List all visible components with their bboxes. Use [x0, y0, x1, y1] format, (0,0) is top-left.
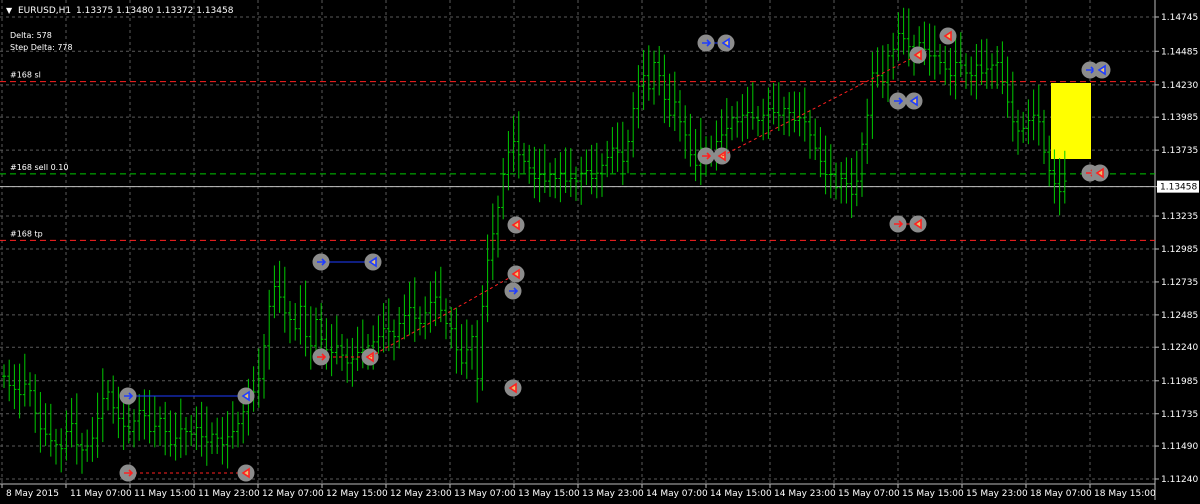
- price-axis: 1.14745 1.14485 1.14230 1.13985 1.13735 1.132…: [1155, 13, 1199, 485]
- x-tick-label: 13 May 23:00: [582, 489, 644, 499]
- x-tick-label: 15 May 15:00: [902, 489, 964, 499]
- x-tick-label: 13 May 15:00: [518, 489, 580, 499]
- menu-icon[interactable]: ▼: [6, 6, 13, 15]
- level-label: #168 tp: [10, 229, 43, 238]
- time-axis: 8 May 2015 11 May 07:00 11 May 15:00 11 May…: [1, 484, 1156, 499]
- x-tick-label: 14 May 07:00: [646, 489, 708, 499]
- x-tick-label: 18 May 07:00: [1030, 489, 1092, 499]
- y-tick-label: 1.13985: [1161, 113, 1198, 123]
- y-tick-label: 1.11240: [1161, 475, 1198, 485]
- step-delta-label: Step Delta: 778: [10, 43, 73, 52]
- current-price-label: 1.13458: [1160, 183, 1197, 193]
- ohlc-values: 1.13375 1.13480 1.13372 1.13458: [76, 6, 234, 16]
- level-label: #168 sell 0.10: [10, 163, 68, 172]
- x-tick-label: 13 May 07:00: [454, 489, 516, 499]
- x-tick-label: 12 May 15:00: [326, 489, 388, 499]
- x-tick-label: 18 May 15:00: [1094, 489, 1156, 499]
- x-tick-label: 12 May 07:00: [262, 489, 324, 499]
- y-tick-label: 1.13235: [1161, 212, 1198, 222]
- x-tick-label: 11 May 07:00: [70, 489, 132, 499]
- y-tick-label: 1.14745: [1161, 13, 1198, 23]
- delta-label: Delta: 578: [10, 31, 52, 40]
- y-tick-label: 1.11985: [1161, 377, 1198, 387]
- x-tick-label: 15 May 07:00: [838, 489, 900, 499]
- x-tick-label: 8 May 2015: [6, 489, 59, 499]
- symbol-label: EURUSD,H1: [18, 6, 71, 16]
- y-tick-label: 1.12240: [1161, 343, 1198, 353]
- y-tick-label: 1.11735: [1161, 410, 1198, 420]
- y-tick-label: 1.13735: [1161, 146, 1198, 156]
- trade-link: [369, 273, 517, 358]
- x-tick-label: 11 May 15:00: [134, 489, 196, 499]
- level-label: #168 sl: [10, 71, 41, 80]
- y-tick-label: 1.12985: [1161, 245, 1198, 255]
- x-tick-label: 15 May 23:00: [966, 489, 1028, 499]
- price-chart[interactable]: #168 sl #168 sell 0.10 #168 tp 1.14745 1.14…: [0, 0, 1200, 500]
- x-tick-label: 14 May 23:00: [774, 489, 836, 499]
- x-tick-label: 12 May 23:00: [390, 489, 452, 499]
- chart-canvas: #168 sl#168 sell 0.10#168 tp 1.147451.14…: [0, 0, 1199, 500]
- highlight-box: [1051, 83, 1091, 159]
- y-tick-label: 1.14485: [1161, 47, 1198, 57]
- y-tick-label: 1.11490: [1161, 442, 1198, 452]
- y-tick-label: 1.14230: [1161, 81, 1198, 91]
- y-tick-label: 1.12485: [1161, 311, 1198, 321]
- y-tick-label: 1.12735: [1161, 278, 1198, 288]
- x-tick-label: 11 May 23:00: [198, 489, 260, 499]
- x-tick-label: 14 May 15:00: [710, 489, 772, 499]
